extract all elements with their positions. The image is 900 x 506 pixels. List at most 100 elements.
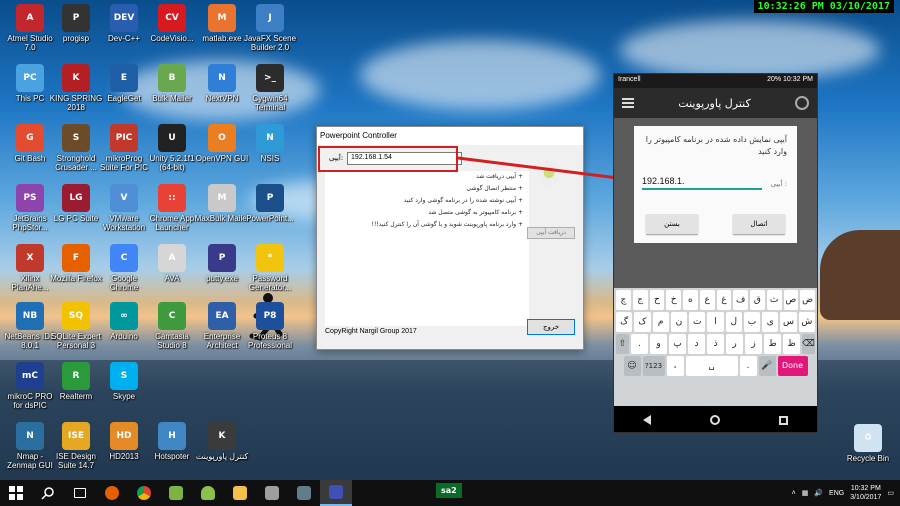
app-icon: CV [158, 4, 186, 32]
letter-key[interactable]: غ [716, 290, 732, 310]
ip-dialog: آیپی نمایش داده شده در برنامه کامپیوتر ر… [634, 126, 797, 243]
volume-icon[interactable]: 🔊 [814, 489, 823, 497]
letter-key[interactable]: ض [800, 290, 815, 310]
app-icon: LG [62, 184, 90, 212]
notifications-icon[interactable]: ▭ [887, 489, 894, 497]
desktop-icon[interactable]: CV CodeVisio... [144, 4, 200, 43]
taskbar-firefox[interactable] [96, 480, 128, 506]
desktop-icon[interactable]: P PowerPoint... [242, 184, 298, 223]
desktop-icon[interactable]: * Password Generator... [242, 244, 298, 292]
desktop-icon[interactable]: >_ Cygwin64 Terminal [242, 64, 298, 112]
app-icon: M [208, 184, 236, 212]
phone-app-bar: کنترل پاورپوینت [614, 88, 817, 118]
taskbar-explorer[interactable] [224, 480, 256, 506]
menu-icon[interactable] [622, 98, 634, 108]
taskbar-app-4[interactable] [288, 480, 320, 506]
letter-key[interactable]: ا [707, 312, 724, 332]
desktop-icon[interactable]: N NSIS [242, 124, 298, 163]
desktop-icon[interactable]: P8 Proteus 8 Professional [242, 302, 298, 350]
letter-key[interactable]: ج [632, 290, 648, 310]
letter-key[interactable]: ت [689, 312, 706, 332]
taskbar-app-1[interactable] [160, 480, 192, 506]
taskbar-clock[interactable]: 10:32 PM 3/10/2017 [850, 484, 881, 502]
close-button[interactable]: بستن [646, 214, 698, 234]
recent-apps-icon[interactable] [778, 415, 788, 425]
taskbar-chrome[interactable] [128, 480, 160, 506]
start-button[interactable] [0, 480, 32, 506]
letter-key[interactable]: ذ [707, 334, 724, 354]
app-icon: P [62, 4, 90, 32]
exit-button[interactable]: خروج [527, 319, 575, 335]
mic-key[interactable]: 🎤 [758, 356, 776, 376]
message-log: + آیپی دریافت شد + منتظر اتصال گوشی + آی… [325, 171, 529, 326]
letter-key[interactable]: س [780, 312, 797, 332]
power-icon[interactable] [795, 96, 809, 110]
letter-key[interactable]: ع [699, 290, 715, 310]
clock-date: 3/10/2017 [850, 494, 882, 501]
desktop-icon[interactable]: H Hotspoter [144, 422, 200, 461]
desktop-icon[interactable]: J JavaFX Scene Builder 2.0 [242, 4, 298, 52]
letter-key[interactable]: خ [666, 290, 681, 310]
dialog-ip-input[interactable]: 192.168.1. [642, 176, 762, 190]
desktop-icon[interactable]: S Skype [96, 362, 152, 401]
letter-key[interactable]: ش [798, 312, 815, 332]
letter-key[interactable]: ن [670, 312, 688, 332]
comma-key[interactable]: ، [666, 356, 684, 376]
get-ip-button[interactable]: دریافت آیپی [527, 227, 575, 239]
desktop-icon-label: Password Generator... [248, 274, 292, 292]
back-icon[interactable] [643, 415, 652, 425]
desktop-icon-label: Bulk Mailer [152, 94, 192, 103]
desktop-icon[interactable]: B Bulk Mailer [144, 64, 200, 103]
letter-key[interactable]: ق [750, 290, 765, 310]
desktop-icon[interactable]: U Unity 5.2.1f1 (64-bit) [144, 124, 200, 172]
letter-key[interactable]: ف [733, 290, 748, 310]
letter-key[interactable]: ظ [783, 334, 800, 354]
letter-key[interactable]: ث [766, 290, 782, 310]
letter-key[interactable]: ک [634, 312, 651, 332]
app-icon: K [62, 64, 90, 92]
letter-key[interactable]: پ [669, 334, 686, 354]
app-icon [297, 486, 311, 500]
desktop-icon[interactable]: K کنترل پاورپوینت [194, 422, 250, 461]
letter-key[interactable]: ص [783, 290, 799, 310]
period-key[interactable]: . [739, 356, 757, 376]
windows-logo-icon [9, 486, 23, 500]
connect-button[interactable]: اتصال [733, 214, 785, 234]
emoji-key[interactable]: ☺ [623, 356, 641, 376]
letter-key[interactable]: ه [683, 290, 698, 310]
app-icon: M [208, 4, 236, 32]
letter-key[interactable]: ی [762, 312, 779, 332]
letter-key[interactable]: چ [616, 290, 631, 310]
chevron-up-icon[interactable]: ˄ [792, 490, 796, 497]
task-view-button[interactable] [64, 480, 96, 506]
desktop-icon[interactable]: :: Chrome App Launcher [144, 184, 200, 232]
home-icon[interactable] [709, 415, 720, 425]
letter-key[interactable]: . [631, 334, 648, 354]
desktop-icon[interactable]: C Camtasia Studio 8 [144, 302, 200, 350]
language-indicator[interactable]: ENG [829, 490, 844, 497]
desktop-icon[interactable]: ♻ Recycle Bin [840, 424, 896, 463]
numbers-key[interactable]: ?123 [642, 356, 665, 376]
letter-key[interactable]: ر [726, 334, 743, 354]
letter-key[interactable]: ز [745, 334, 762, 354]
dialog-message: آیپی نمایش داده شده در برنامه کامپیوتر ر… [645, 135, 787, 156]
letter-key[interactable]: ط [764, 334, 781, 354]
letter-key[interactable]: گ [616, 312, 633, 332]
letter-key[interactable]: ح [649, 290, 665, 310]
letter-key[interactable]: م [652, 312, 669, 332]
taskbar-powerpoint-controller[interactable] [320, 480, 352, 506]
backspace-key[interactable]: ⌫ [802, 334, 815, 354]
network-icon[interactable]: ▦ [802, 489, 809, 497]
taskbar-app-3[interactable] [256, 480, 288, 506]
shift-key[interactable]: ⇧ [616, 334, 629, 354]
search-button[interactable] [32, 480, 64, 506]
done-key[interactable]: Done [777, 356, 808, 376]
space-key[interactable]: ␣ [685, 356, 738, 376]
desktop-icon[interactable]: A AVA [144, 244, 200, 283]
letter-key[interactable]: ل [725, 312, 742, 332]
letter-key[interactable]: و [650, 334, 667, 354]
letter-key[interactable]: د [688, 334, 705, 354]
taskbar-app-2[interactable] [192, 480, 224, 506]
app-icon: C [110, 244, 138, 272]
letter-key[interactable]: ب [743, 312, 761, 332]
